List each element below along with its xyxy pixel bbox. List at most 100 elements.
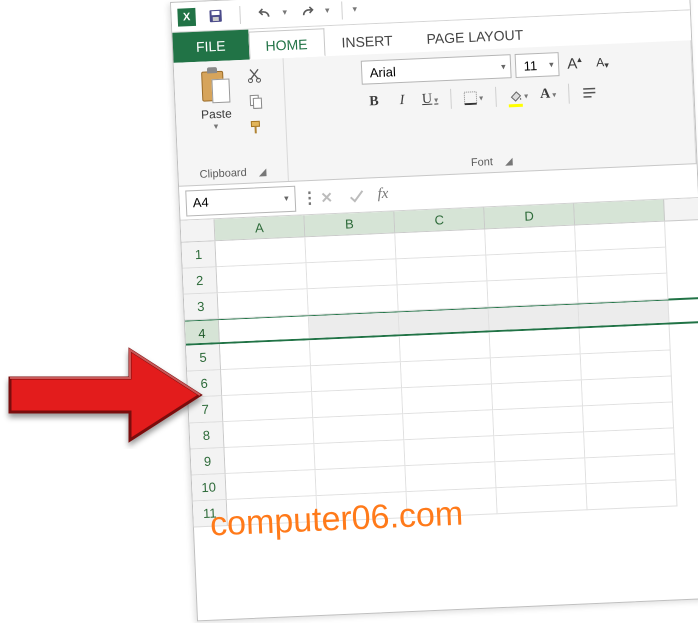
row-header[interactable]: 1: [182, 241, 217, 268]
cell[interactable]: [405, 462, 496, 492]
cell[interactable]: [583, 402, 674, 432]
clipboard-dialog-launcher-icon[interactable]: ◢: [258, 166, 266, 177]
font-size-value: 11: [523, 58, 537, 74]
cell[interactable]: [582, 376, 673, 406]
cell[interactable]: [313, 414, 404, 444]
cut-button[interactable]: [242, 65, 265, 86]
cell[interactable]: [586, 480, 677, 510]
undo-button[interactable]: [252, 1, 277, 26]
column-header[interactable]: [574, 200, 665, 225]
cell[interactable]: [580, 325, 671, 355]
underline-button[interactable]: U▾: [417, 87, 442, 112]
column-header[interactable]: A: [215, 215, 306, 240]
cell[interactable]: [226, 470, 317, 500]
cell[interactable]: [495, 458, 586, 488]
paste-button[interactable]: Paste ▾: [192, 66, 239, 140]
redo-dropdown-icon[interactable]: ▾: [325, 5, 330, 16]
row-header[interactable]: 9: [191, 448, 226, 475]
column-header[interactable]: C: [394, 207, 485, 232]
row-header[interactable]: 2: [183, 267, 218, 294]
cell[interactable]: [399, 308, 490, 334]
cell[interactable]: [584, 428, 675, 458]
cell[interactable]: [310, 336, 401, 366]
cell[interactable]: [577, 274, 668, 304]
column-header[interactable]: D: [484, 204, 575, 229]
save-button[interactable]: [203, 3, 228, 28]
cell[interactable]: [404, 436, 495, 466]
tab-home[interactable]: HOME: [248, 28, 325, 59]
cell[interactable]: [585, 454, 676, 484]
font-size-combo[interactable]: 11 ▾: [514, 52, 559, 78]
cell[interactable]: [396, 255, 487, 285]
group-label-clipboard: Clipboard: [199, 167, 247, 181]
column-header[interactable]: B: [304, 211, 395, 236]
borders-button[interactable]: ▾: [459, 85, 488, 110]
cell[interactable]: [402, 384, 493, 414]
cell[interactable]: [314, 440, 405, 470]
cancel-formula-button[interactable]: [311, 183, 342, 210]
font-color-button[interactable]: A ▾: [536, 82, 561, 107]
enter-formula-button[interactable]: [341, 182, 372, 209]
qat-customize-icon[interactable]: ▾: [352, 4, 357, 15]
bold-button[interactable]: B: [362, 90, 387, 115]
cell[interactable]: [490, 328, 581, 358]
paste-icon: [198, 66, 232, 105]
redo-button[interactable]: [295, 0, 320, 24]
cell[interactable]: [316, 466, 407, 496]
tab-insert[interactable]: INSERT: [324, 25, 410, 57]
tab-file[interactable]: FILE: [172, 30, 249, 63]
insert-function-button[interactable]: fx: [377, 186, 389, 203]
cell[interactable]: [395, 229, 486, 259]
cell[interactable]: [309, 312, 400, 338]
cell[interactable]: [312, 388, 403, 418]
font-dialog-launcher-icon[interactable]: ◢: [505, 156, 513, 167]
cell[interactable]: [400, 332, 491, 362]
cell[interactable]: [581, 350, 672, 380]
chevron-down-icon: ▾: [543, 59, 554, 70]
cell[interactable]: [403, 410, 494, 440]
row-header[interactable]: 10: [192, 474, 227, 501]
cell[interactable]: [307, 259, 398, 289]
cell[interactable]: [575, 222, 666, 252]
cell[interactable]: [492, 380, 583, 410]
cell[interactable]: [494, 432, 585, 462]
cell[interactable]: [219, 316, 310, 342]
paste-dropdown-icon[interactable]: ▾: [213, 121, 218, 132]
italic-button[interactable]: I: [390, 88, 415, 113]
cell[interactable]: [489, 304, 580, 330]
select-all-corner[interactable]: [181, 219, 216, 241]
align-button[interactable]: [577, 80, 602, 105]
cell[interactable]: [221, 366, 312, 396]
cell[interactable]: [308, 285, 399, 315]
cell[interactable]: [217, 263, 308, 293]
cell[interactable]: [218, 289, 309, 319]
undo-dropdown-icon[interactable]: ▾: [282, 7, 287, 18]
cell[interactable]: [225, 444, 316, 474]
cell[interactable]: [485, 226, 576, 256]
cell[interactable]: [497, 484, 588, 514]
cell[interactable]: [223, 418, 314, 448]
increase-font-button[interactable]: A▴: [562, 51, 587, 76]
cell[interactable]: [215, 237, 306, 267]
copy-button[interactable]: [243, 91, 266, 112]
spreadsheet-grid[interactable]: A B C D 1234567891011: [181, 198, 698, 527]
cell[interactable]: [398, 281, 489, 311]
row-header[interactable]: 3: [184, 293, 219, 320]
cell[interactable]: [486, 252, 577, 282]
cell[interactable]: [311, 362, 402, 392]
cell[interactable]: [401, 358, 492, 388]
cell[interactable]: [579, 301, 670, 327]
decrease-font-button[interactable]: A▾: [590, 50, 615, 75]
cell[interactable]: [491, 354, 582, 384]
format-painter-button[interactable]: [245, 117, 268, 138]
cell[interactable]: [220, 340, 311, 370]
name-box[interactable]: A4 ▾: [185, 185, 296, 216]
cell[interactable]: [305, 233, 396, 263]
cell[interactable]: [493, 406, 584, 436]
font-name-combo[interactable]: Arial ▾: [360, 54, 511, 85]
chevron-down-icon: ▾: [284, 193, 289, 204]
cell[interactable]: [487, 277, 578, 307]
fill-color-button[interactable]: ▾: [504, 83, 533, 108]
cell[interactable]: [222, 392, 313, 422]
cell[interactable]: [576, 248, 667, 278]
